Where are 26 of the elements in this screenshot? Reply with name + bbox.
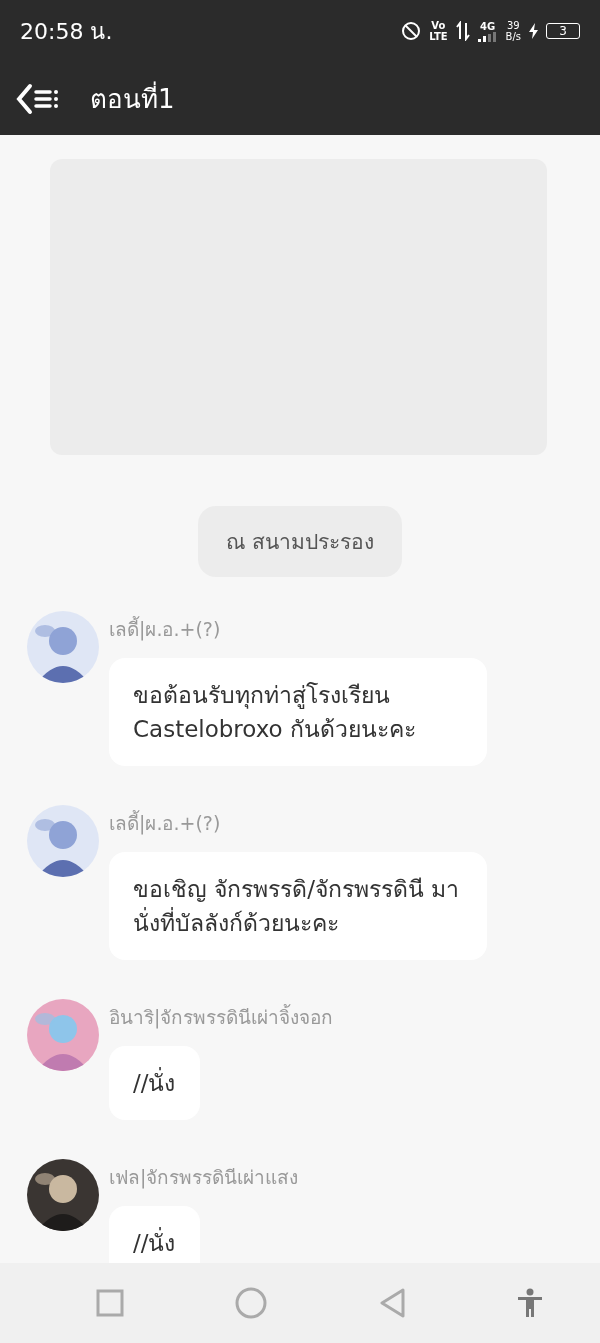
back-menu-icon[interactable] — [16, 82, 60, 115]
accessibility-icon[interactable] — [516, 1288, 545, 1318]
message-bubble: //นั่ง — [109, 1046, 200, 1120]
volte-label: LTE — [429, 31, 448, 42]
volte-label: Vo — [431, 20, 446, 31]
author-name: เฟล|จักรพรรดินีเผ่าแสง — [109, 1165, 299, 1191]
clock: 20:58 น. — [20, 17, 113, 46]
author-name: อินาริ|จักรพรรดินีเผ่าจิ้งจอก — [109, 1003, 334, 1031]
message-bubble: //นั่ง — [109, 1206, 200, 1263]
recent-apps-icon[interactable] — [95, 1289, 124, 1317]
charging-icon — [529, 23, 538, 39]
data-arrows-icon — [455, 21, 470, 41]
message-bubble: ขอต้อนรับทุกท่าสู่โรงเรียน Castelobroxo กันด้วยนะคะ — [109, 658, 487, 766]
author-name: เลดี้|ผ.อ.+(?) — [109, 615, 221, 643]
signal-icon — [477, 31, 498, 42]
speed-unit: B/s — [505, 31, 521, 42]
speed-value: 39 — [506, 20, 520, 31]
home-icon[interactable] — [235, 1287, 268, 1319]
do-not-disturb-icon — [401, 21, 422, 41]
scene-label: ณ สนามประรอง — [198, 506, 402, 577]
author-name: เลดี้|ผ.อ.+(?) — [109, 809, 221, 837]
chapter-title: ตอนที่1 — [90, 78, 175, 119]
back-icon[interactable] — [378, 1288, 405, 1318]
message-bubble: ขอเชิญ จักรพรรดิ/จักรพรรดินี มานั่งที่บัลลังก์ด้วยนะคะ — [109, 852, 487, 960]
network-label: 4G — [479, 20, 496, 32]
battery-level: 3 — [546, 23, 580, 39]
